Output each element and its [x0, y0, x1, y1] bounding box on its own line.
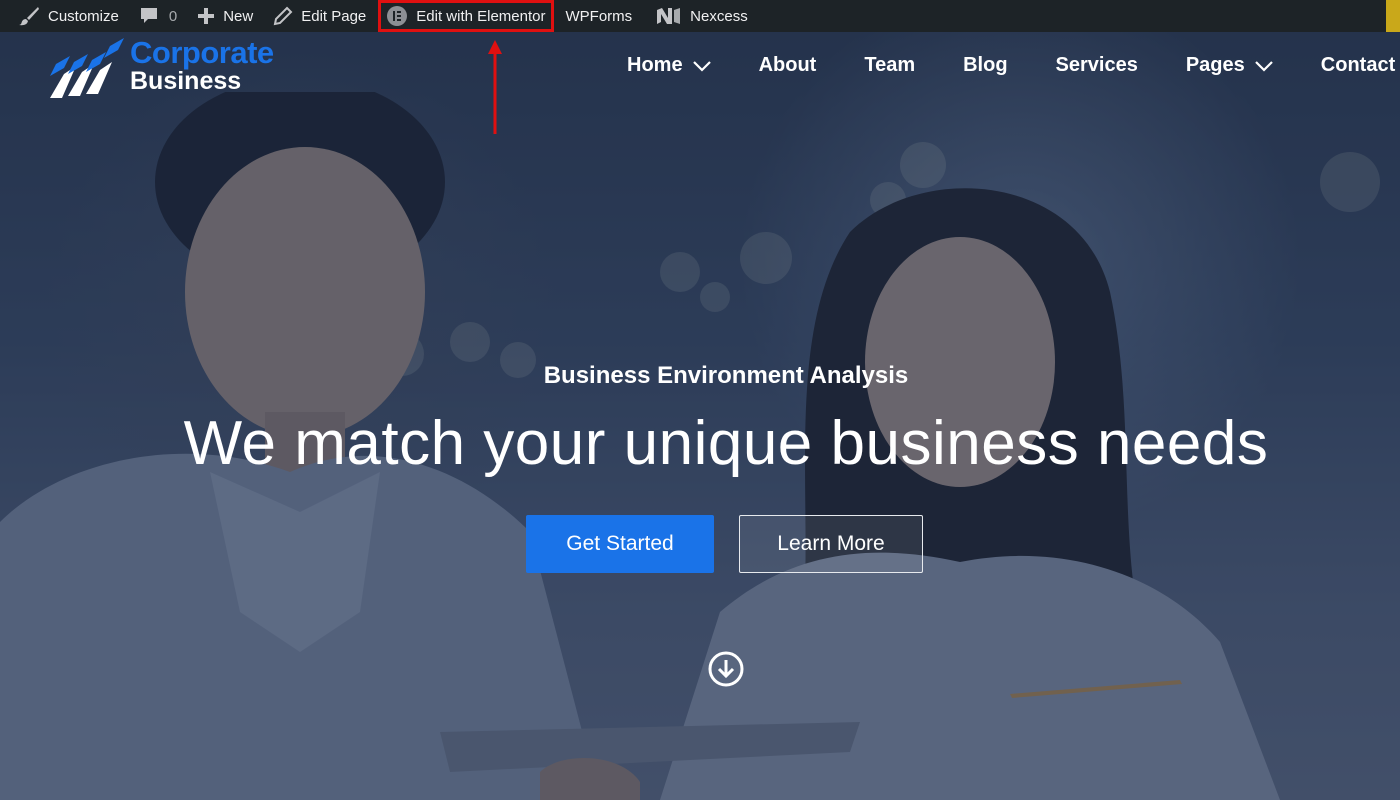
arrow-down-circle-icon[interactable]	[707, 650, 745, 688]
pencil-icon	[273, 6, 293, 26]
nexcess-link[interactable]: Nexcess	[646, 0, 758, 32]
nav-pages[interactable]: Pages	[1186, 54, 1273, 77]
hero-eyebrow: Business Environment Analysis	[543, 362, 909, 389]
wp-admin-bar: Customize 0 New Edit Page Edit with Elem…	[0, 0, 1400, 32]
logo-stripes-icon	[50, 38, 124, 98]
nav-pages-label: Pages	[1185, 54, 1245, 76]
nav-services-label: Services	[1055, 54, 1138, 76]
nav-contact-label: Contact	[1320, 54, 1396, 76]
logo-text-corporate: Corporate	[130, 35, 274, 70]
comments-count: 0	[168, 7, 178, 25]
edit-page-link[interactable]: Edit Page	[263, 0, 376, 32]
new-content-link[interactable]: New	[187, 0, 263, 32]
paintbrush-icon	[19, 7, 39, 26]
chevron-down-icon	[1255, 60, 1273, 72]
learn-more-label: Learn More	[777, 532, 885, 555]
new-label: New	[223, 7, 254, 25]
get-started-label: Get Started	[566, 532, 674, 555]
edit-with-elementor-link[interactable]: Edit with Elementor	[378, 0, 554, 32]
edit-elementor-label: Edit with Elementor	[416, 7, 546, 25]
nav-home[interactable]: Home	[627, 54, 711, 77]
plus-icon	[198, 8, 215, 24]
nexcess-logo-icon	[657, 8, 681, 24]
edit-page-label: Edit Page	[301, 7, 367, 25]
get-started-button[interactable]: Get Started	[526, 515, 714, 573]
nav-team[interactable]: Team	[864, 54, 915, 77]
nexcess-label: Nexcess	[690, 7, 748, 25]
wpforms-link[interactable]: WPForms	[556, 0, 643, 32]
admin-bar-edge-indicator	[1386, 0, 1400, 32]
nav-about[interactable]: About	[759, 54, 817, 77]
nav-blog[interactable]: Blog	[963, 54, 1007, 77]
hero-headline: We match your unique business needs	[183, 409, 1269, 478]
logo-text-business: Business	[130, 67, 242, 95]
nav-contact[interactable]: Contact	[1321, 54, 1395, 77]
customize-link[interactable]: Customize	[0, 0, 129, 32]
nav-about-label: About	[758, 54, 817, 76]
speech-bubble-icon	[140, 8, 157, 23]
nav-home-label: Home	[627, 54, 683, 76]
nav-team-label: Team	[864, 54, 916, 76]
comments-link[interactable]: 0	[129, 0, 187, 32]
customize-label: Customize	[48, 7, 119, 25]
annotation-arrow-up	[488, 40, 502, 134]
nav-blog-label: Blog	[963, 54, 1008, 76]
wpforms-label: WPForms	[565, 7, 633, 25]
learn-more-button[interactable]: Learn More	[739, 515, 923, 573]
site-logo[interactable]: Corporate Business	[46, 36, 306, 106]
elementor-logo-icon	[387, 6, 408, 26]
nav-services[interactable]: Services	[1056, 54, 1138, 77]
main-navigation: Home About Team Blog Services Pages Cont…	[627, 54, 1395, 77]
chevron-down-icon	[692, 60, 711, 72]
